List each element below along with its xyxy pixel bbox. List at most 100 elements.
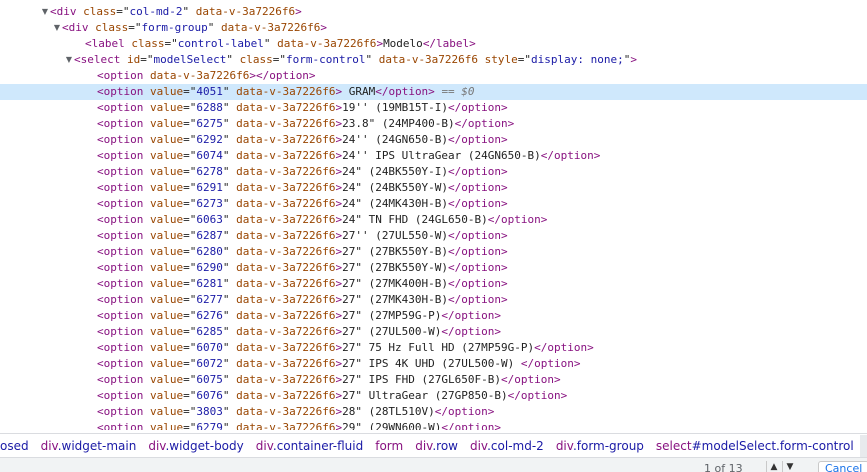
dom-node-row[interactable]: <option value="6292" data-v-3a7226f6>24'… [0, 132, 867, 148]
breadcrumb-item[interactable]: option [859, 434, 867, 457]
closing-tag: </option> [501, 373, 561, 386]
dom-node-row[interactable]: <option value="6287" data-v-3a7226f6>27'… [0, 228, 867, 244]
closing-tag: </option> [448, 181, 508, 194]
breadcrumb-selector: .col-md-2 [487, 438, 544, 453]
attribute-name: value [149, 101, 184, 114]
tag-name: <option [97, 133, 144, 146]
attribute-quote: =" [183, 309, 197, 322]
dom-node-markup: <option value="6285" data-v-3a7226f6>27"… [97, 324, 501, 340]
dom-node-row[interactable]: <option value="6285" data-v-3a7226f6>27"… [0, 324, 867, 340]
breadcrumb-item[interactable]: div.container-fluid [250, 439, 369, 453]
node-text: 27" UltraGear (27GP850-B) [342, 389, 508, 402]
closing-tag: </option> [487, 213, 548, 226]
dom-node-row[interactable]: <option value="4051" data-v-3a7226f6> GR… [0, 84, 867, 100]
tag-name: <option [97, 85, 144, 98]
attribute-value: 6278 [196, 165, 223, 178]
node-text: 27" (27MK400H-B) [342, 277, 449, 290]
tag-close-bracket: > [295, 5, 302, 18]
dom-node-markup: <select id="modelSelect" class="form-con… [74, 52, 637, 68]
dom-node-row[interactable]: <option value="6070" data-v-3a7226f6>27"… [0, 340, 867, 356]
breadcrumb-item[interactable]: form [369, 439, 409, 453]
attribute-value: form-control [285, 53, 366, 66]
attribute-name: value [149, 133, 184, 146]
attribute-value: 6276 [196, 309, 223, 322]
dom-node-row[interactable]: <option value="6279" data-v-3a7226f6>29"… [0, 420, 867, 430]
dom-node-row[interactable]: <option value="6290" data-v-3a7226f6>27"… [0, 260, 867, 276]
attribute-name: value [149, 261, 184, 274]
node-text: 24'' IPS UltraGear (24GN650-B) [342, 149, 541, 162]
dom-node-row[interactable]: <option data-v-3a7226f6></option> [0, 68, 867, 84]
find-prev-icon[interactable]: ▲ [766, 461, 781, 472]
attribute-quote: =" [183, 405, 197, 418]
breadcrumb-item[interactable]: div.col-md-2 [464, 439, 550, 453]
closing-tag: </label> [422, 37, 476, 50]
dom-node-row[interactable]: <option value="3803" data-v-3a7226f6>28"… [0, 404, 867, 420]
node-text: 19'' (19MB15T-I) [342, 101, 449, 114]
dom-node-row[interactable]: <option value="6072" data-v-3a7226f6>27"… [0, 356, 867, 372]
dom-node-markup: <option value="6276" data-v-3a7226f6>27"… [97, 308, 501, 324]
attribute-name: class [239, 53, 273, 66]
dom-node-row[interactable]: <option value="6277" data-v-3a7226f6>27"… [0, 292, 867, 308]
attribute-quote: =" [140, 53, 154, 66]
dom-node-markup: <option value="6288" data-v-3a7226f6>19'… [97, 100, 508, 116]
attribute-value: 6076 [196, 389, 223, 402]
breadcrumb-item[interactable]: div.form-group [550, 439, 650, 453]
attribute-quote: =" [183, 149, 197, 162]
expand-toggle-icon[interactable]: ▼ [40, 4, 50, 20]
attribute-name: data-v-3a7226f6 [236, 149, 336, 162]
dom-node-row[interactable]: <option value="6281" data-v-3a7226f6>27"… [0, 276, 867, 292]
breadcrumb-item[interactable]: div.row [409, 439, 464, 453]
attribute-quote: =" [517, 53, 532, 66]
attribute-value: 6281 [196, 277, 223, 290]
dom-node-row[interactable]: <option value="6076" data-v-3a7226f6>27"… [0, 388, 867, 404]
elements-tree[interactable]: ▼ <div class="col-md-2" data-v-3a7226f6> ▼… [0, 4, 867, 430]
dom-node-markup: <option value="6273" data-v-3a7226f6>24"… [97, 196, 508, 212]
breadcrumb-item[interactable]: div.widget-body [142, 439, 249, 453]
dom-node-row[interactable]: <option value="6273" data-v-3a7226f6>24"… [0, 196, 867, 212]
dom-node-row[interactable]: <label class="control-label" data-v-3a72… [0, 36, 867, 52]
attribute-value: 6292 [196, 133, 223, 146]
dom-node-row[interactable]: <option value="6075" data-v-3a7226f6>27"… [0, 372, 867, 388]
breadcrumb-item[interactable]: osed [0, 439, 35, 453]
closing-tag: </option> [448, 261, 508, 274]
breadcrumb-selector: .form-group [572, 438, 644, 453]
node-text: 27" (27UL500-W) [342, 325, 442, 338]
dom-node-row[interactable]: <option value="6276" data-v-3a7226f6>27"… [0, 308, 867, 324]
expand-toggle-icon[interactable]: ▼ [64, 52, 74, 68]
attribute-quote: =" [183, 165, 197, 178]
dom-node-row[interactable]: <option value="6288" data-v-3a7226f6>19'… [0, 100, 867, 116]
dom-node-row[interactable]: <option value="6278" data-v-3a7226f6>24"… [0, 164, 867, 180]
attribute-name: data-v-3a7226f6 [236, 229, 336, 242]
attribute-value: 4051 [196, 85, 223, 98]
find-cancel-button[interactable]: Cancel [818, 461, 867, 472]
dom-node-row[interactable]: <option value="6063" data-v-3a7226f6>24"… [0, 212, 867, 228]
find-next-icon[interactable]: ▼ [782, 461, 797, 472]
tag-name: <label [85, 37, 125, 50]
expand-toggle-icon[interactable]: ▼ [52, 20, 62, 36]
dom-node-row[interactable]: ▼ <div class="col-md-2" data-v-3a7226f6> [0, 4, 867, 20]
tag-name: <option [97, 165, 144, 178]
attribute-name: value [149, 197, 184, 210]
attribute-name: value [149, 341, 184, 354]
dom-node-row[interactable]: <option value="6291" data-v-3a7226f6>24"… [0, 180, 867, 196]
breadcrumb-item[interactable]: div.widget-main [35, 439, 143, 453]
attribute-value: 6063 [196, 213, 223, 226]
breadcrumb-item[interactable]: select#modelSelect.form-control [650, 439, 860, 453]
closing-tag: </option> [448, 277, 508, 290]
breadcrumb-selector: osed [0, 438, 29, 453]
attribute-quote: =" [183, 293, 197, 306]
dom-node-row[interactable]: <option value="6275" data-v-3a7226f6>23.… [0, 116, 867, 132]
breadcrumb-tag: select [655, 438, 692, 453]
attribute-value: 6275 [196, 117, 223, 130]
tag-name: <option [97, 261, 144, 274]
attribute-value: 6287 [196, 229, 223, 242]
dom-node-row[interactable]: <option value="6280" data-v-3a7226f6>27"… [0, 244, 867, 260]
dom-node-row[interactable]: ▼ <select id="modelSelect" class="form-co… [0, 52, 867, 68]
dom-node-row[interactable]: <option value="6074" data-v-3a7226f6>24'… [0, 148, 867, 164]
attribute-value: modelSelect [153, 53, 227, 66]
attribute-value: form-group [141, 21, 208, 34]
closing-tag: </option> [507, 389, 568, 402]
dom-node-row[interactable]: ▼ <div class="form-group" data-v-3a7226f6… [0, 20, 867, 36]
